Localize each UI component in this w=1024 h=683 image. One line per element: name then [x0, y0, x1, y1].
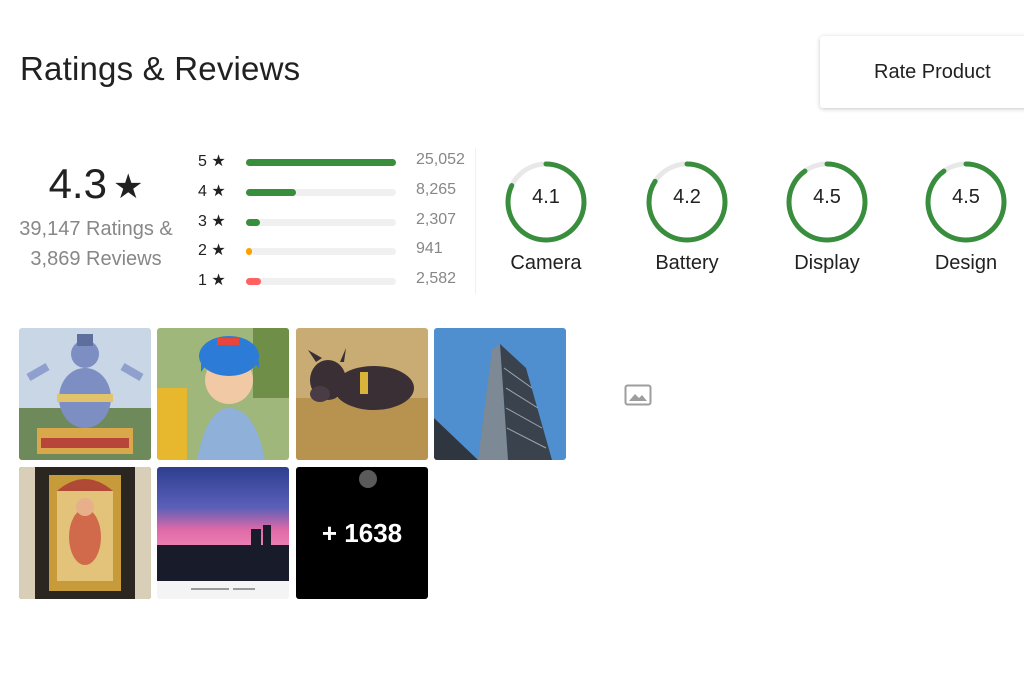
aspect-rating-design: 4.5 Design	[916, 160, 1016, 275]
rating-bar-track	[246, 159, 396, 166]
image-icon[interactable]	[624, 384, 652, 406]
aspect-rating-camera: 4.1 Camera	[496, 160, 596, 275]
rate-product-button[interactable]: Rate Product	[820, 36, 1024, 108]
aspect-label: Camera	[510, 252, 582, 274]
rating-bar-fill	[246, 189, 296, 196]
reviews-count: 3,869 Reviews	[30, 248, 162, 270]
aspect-score: 4.5	[813, 186, 841, 208]
ratings-count: 39,147 Ratings &	[19, 218, 173, 240]
aspect-label: Design	[934, 252, 998, 274]
rating-label: 3 ★	[198, 213, 226, 230]
rating-row-1: 1 ★ 2,582	[198, 270, 488, 292]
rating-label: 2 ★	[198, 242, 226, 259]
rating-count: 2,307	[416, 211, 457, 228]
sunset-photo[interactable]	[157, 467, 289, 599]
aspect-score: 4.1	[532, 186, 560, 208]
rating-bar-track	[246, 189, 396, 196]
overall-rating: 4.3 ★	[0, 160, 192, 208]
rating-bar-fill	[246, 159, 396, 166]
aspect-score: 4.5	[952, 186, 980, 208]
aspect-rating-display: 4.5 Display	[777, 160, 877, 275]
star-icon: ★	[112, 168, 144, 206]
rating-bar-track	[246, 219, 396, 226]
rating-row-4: 4 ★ 8,265	[198, 181, 488, 203]
statue-photo[interactable]	[19, 328, 151, 460]
rating-count: 25,052	[416, 151, 465, 168]
more-photos-count: + 1638	[321, 517, 403, 548]
rating-count: 8,265	[416, 181, 457, 198]
rating-row-5: 5 ★ 25,052	[198, 151, 488, 173]
rating-label: 5 ★	[198, 153, 226, 170]
rating-bar-track	[246, 278, 396, 285]
rating-bar-fill	[246, 248, 252, 255]
building-photo[interactable]	[434, 328, 566, 460]
more-photos-tile[interactable]: + 1638	[296, 467, 428, 599]
shrine-photo[interactable]	[19, 467, 151, 599]
rating-count: 941	[416, 240, 443, 257]
page-title: Ratings & Reviews	[20, 50, 301, 87]
divider	[475, 148, 476, 294]
aspect-label: Display	[794, 252, 860, 274]
rating-bar-track	[246, 248, 396, 255]
aspect-score: 4.2	[673, 186, 701, 208]
child-photo[interactable]	[157, 328, 289, 460]
rating-label: 1 ★	[198, 272, 226, 289]
rating-bar-fill	[246, 278, 261, 285]
rating-count: 2,582	[416, 270, 457, 287]
aspect-rating-battery: 4.2 Battery	[637, 160, 737, 275]
average-rating-value: 4.3	[48, 160, 107, 207]
aspect-label: Battery	[655, 252, 719, 274]
calf-photo[interactable]	[296, 328, 428, 460]
rating-label: 4 ★	[198, 183, 226, 200]
rating-row-3: 3 ★ 2,307	[198, 211, 488, 233]
rating-row-2: 2 ★ 941	[198, 240, 488, 262]
rating-bar-fill	[246, 219, 260, 226]
